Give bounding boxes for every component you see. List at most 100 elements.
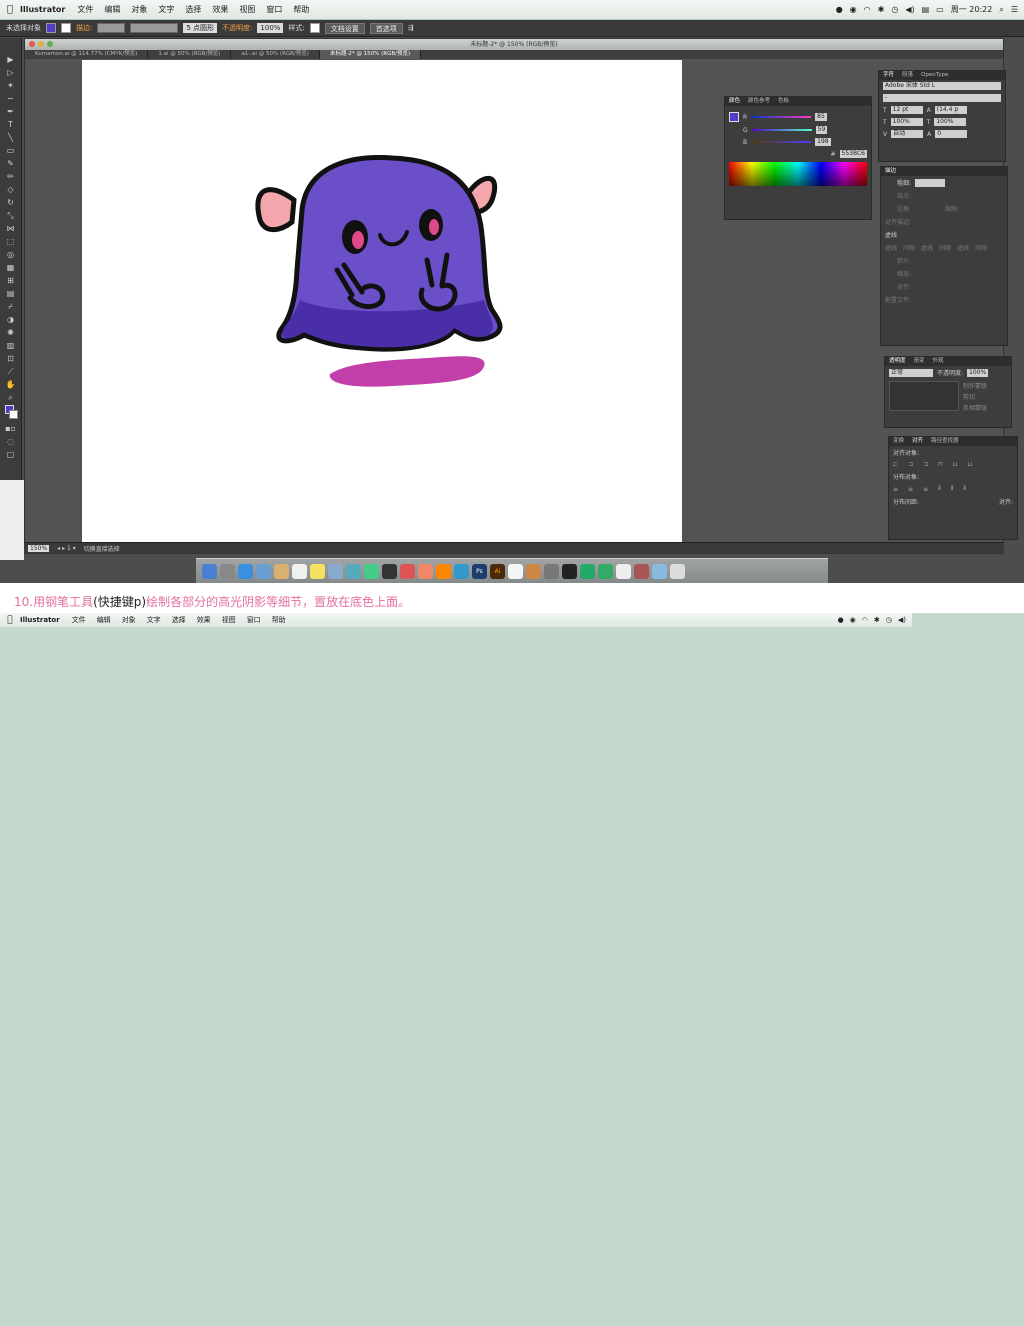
menu-view[interactable]: 视图 (222, 615, 236, 625)
screen-mode-icon[interactable]: ▢ (5, 449, 17, 460)
brush-tool-icon[interactable]: ✎ (5, 158, 17, 169)
zoom-icon[interactable] (47, 41, 53, 47)
tab-stroke[interactable]: 描边 (885, 167, 896, 176)
sketch-icon[interactable] (526, 563, 541, 579)
r-slider[interactable] (751, 116, 812, 118)
wifi-icon[interactable]: ◠ (862, 616, 868, 624)
align-hcenter-icon[interactable]: ⊐ (908, 461, 913, 468)
r-value[interactable]: 85 (815, 113, 827, 121)
dash-1[interactable]: 虚线 (885, 243, 897, 252)
font-size-field[interactable]: 12 pt (890, 106, 923, 114)
nvidia-icon[interactable] (562, 563, 577, 579)
calendar-icon[interactable] (292, 563, 307, 579)
tab-untitled-2[interactable]: 未标题-2* @ 150% (RGB/预览) (319, 50, 422, 59)
scale-tool-icon[interactable]: ⤡ (5, 210, 17, 221)
distribute-hcenter-icon[interactable]: ⦀ (951, 485, 954, 493)
g-slider[interactable] (751, 129, 812, 131)
menu-type[interactable]: 文字 (147, 615, 161, 625)
clock[interactable]: 周一 20:22 (951, 4, 993, 15)
contacts-icon[interactable] (274, 563, 289, 579)
align-bottom-icon[interactable]: ⊔ (967, 461, 972, 468)
variable-width-field[interactable] (130, 23, 179, 33)
eraser-tool-icon[interactable]: ◇ (5, 184, 17, 195)
stroke-weight-field[interactable] (97, 23, 126, 33)
blend-tool-icon[interactable]: ◑ (5, 314, 17, 325)
leading-field[interactable]: (14.4 p (934, 106, 967, 114)
hand-tool-icon[interactable]: ✋ (5, 379, 17, 390)
b-slider[interactable] (751, 141, 812, 143)
font-style-field[interactable]: - (883, 94, 1001, 102)
artboard-nav[interactable]: ◂ ▸ 1 ▾ (57, 545, 76, 552)
opacity-field[interactable]: 100% (257, 23, 284, 33)
photoshop-icon[interactable]: Ps (472, 563, 487, 579)
menu-file[interactable]: 文件 (72, 615, 86, 625)
qq-icon[interactable]: ● (836, 5, 843, 14)
align-vcenter-icon[interactable]: ⊔ (953, 461, 958, 468)
gradient-tool-icon[interactable]: ▤ (5, 288, 17, 299)
battery-icon[interactable]: ▭ (936, 5, 944, 14)
maps-icon[interactable] (346, 563, 361, 579)
gap-2[interactable]: 间隙 (939, 243, 951, 252)
search-icon[interactable]: ⌕ (999, 5, 1003, 15)
menu-view[interactable]: 视图 (239, 4, 255, 15)
v-scale-field[interactable]: 100% (934, 118, 967, 126)
menu-select[interactable]: 选择 (185, 4, 201, 15)
make-mask-button[interactable]: 制作蒙版 (963, 381, 987, 390)
font-family-field[interactable]: Adobe 宋体 Std L (883, 82, 1001, 90)
apple-icon[interactable]:  (0, 615, 20, 625)
tab-pathfinder[interactable]: 路径查找器 (931, 437, 959, 446)
free-transform-icon[interactable]: ⬚ (5, 236, 17, 247)
align-top-icon[interactable]: ⊓ (938, 461, 943, 468)
tab-character[interactable]: 字符 (883, 71, 894, 80)
preferences-button[interactable]: 首选项 (369, 22, 403, 34)
align-left-icon[interactable]: ⊏ (893, 461, 898, 468)
weight-field[interactable] (915, 178, 946, 187)
notes-icon[interactable] (310, 563, 325, 579)
illustrator-icon[interactable]: Ai (490, 563, 505, 579)
shape-builder-icon[interactable]: ◎ (5, 249, 17, 260)
tab-opentype[interactable]: OpenType (921, 71, 948, 80)
app2-icon[interactable] (634, 563, 649, 579)
document-setup-button[interactable]: 文档设置 (324, 22, 365, 34)
dash-checkbox-label[interactable]: 虚线 (885, 230, 897, 239)
finder-icon[interactable] (202, 563, 217, 579)
opacity-label[interactable]: 不透明度: (222, 23, 252, 33)
distribute-left-icon[interactable]: ⦀ (938, 485, 941, 493)
menu-select[interactable]: 选择 (172, 615, 186, 625)
kerning-field[interactable]: 0 (935, 130, 968, 138)
tab-transparency[interactable]: 透明度 (889, 357, 906, 366)
menu-help[interactable]: 帮助 (293, 4, 309, 15)
launchpad-icon[interactable] (220, 563, 235, 579)
fill-swatch[interactable] (46, 23, 56, 33)
hex-value[interactable]: 553BC6 (839, 150, 867, 158)
type-tool-icon[interactable]: T (5, 119, 17, 130)
pen-tool-icon[interactable]: ✒ (5, 106, 17, 117)
folder-icon[interactable] (652, 563, 667, 579)
reminders-icon[interactable] (328, 563, 343, 579)
minimize-icon[interactable] (38, 41, 44, 47)
g-value[interactable]: 59 (815, 126, 828, 134)
itunes-icon[interactable] (418, 563, 433, 579)
symbol-sprayer-icon[interactable]: ✺ (5, 327, 17, 338)
color-spectrum[interactable] (729, 162, 867, 186)
tab-1ai[interactable]: 1.ai @ 50% (RGB/预览) (148, 50, 232, 59)
tab-color-guide[interactable]: 颜色参考 (748, 97, 770, 106)
distribute-top-icon[interactable]: ≡ (893, 486, 898, 493)
opacity-field[interactable]: 100% (967, 368, 989, 377)
color-mode-icon[interactable]: ▪▫ (5, 423, 17, 434)
invert-mask-checkbox[interactable]: 反相蒙版 (963, 403, 987, 412)
draw-mode-icon[interactable]: ◌ (5, 436, 17, 447)
time-machine-icon[interactable]: ◷ (891, 5, 898, 14)
artboard[interactable] (82, 60, 682, 542)
menu-edit[interactable]: 编辑 (97, 615, 111, 625)
bluetooth-icon[interactable]: ✱ (878, 5, 885, 14)
gap-1[interactable]: 间隙 (903, 243, 915, 252)
color-fill-swatch[interactable] (729, 112, 739, 122)
zoom-field[interactable]: 150% (28, 544, 50, 552)
trash-icon[interactable] (670, 563, 685, 579)
stroke-label[interactable]: 描边: (76, 23, 92, 33)
menu-effect[interactable]: 效果 (197, 615, 211, 625)
app-name[interactable]: Illustrator (20, 5, 65, 14)
close-icon[interactable] (29, 41, 35, 47)
tab-swatches[interactable]: 色板 (778, 97, 789, 106)
